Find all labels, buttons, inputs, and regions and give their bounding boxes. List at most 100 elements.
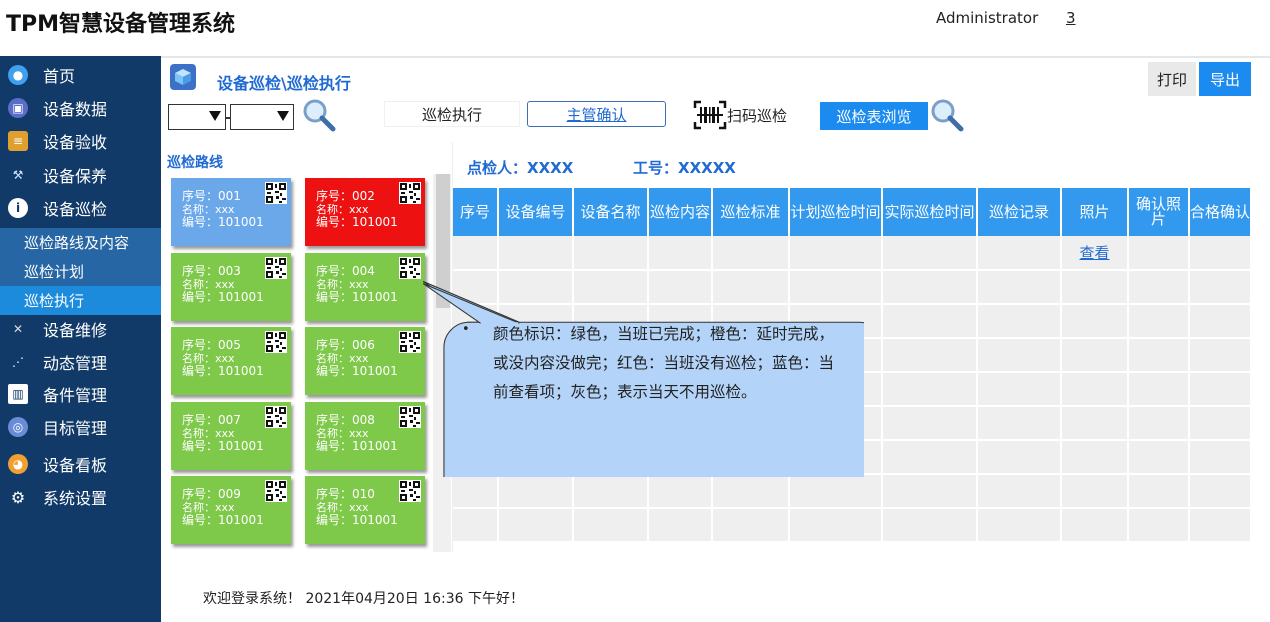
qr-code-icon[interactable] (399, 405, 421, 428)
print-button[interactable]: 打印 (1148, 62, 1196, 96)
table-cell: 查看 (1061, 236, 1129, 271)
table-cell (789, 236, 883, 271)
sidebar-item-acceptance[interactable]: ≡ 设备验收 (0, 126, 161, 156)
sidebar-item-inspection[interactable]: i 设备巡检 (0, 193, 161, 223)
table-cell (882, 440, 978, 475)
sidebar-item-repair[interactable]: ✕ 设备维修 (0, 314, 161, 344)
table-cell (1128, 440, 1190, 475)
qr-code-icon[interactable] (265, 405, 287, 428)
route-card[interactable]: 序号：002 名称：xxx 编号：101001 (305, 178, 425, 246)
sidebar-item-settings[interactable]: ⚙ 系统设置 (0, 482, 161, 512)
route-card[interactable]: 序号：004 名称：xxx 编号：101001 (305, 252, 425, 321)
route-card-code: 编号：101001 (316, 289, 398, 304)
col-header[interactable]: 巡检标准 (712, 188, 790, 236)
filter-select-start[interactable] (168, 104, 226, 130)
route-card-code: 编号：101001 (316, 513, 398, 527)
sidebar-item-home[interactable]: ● 首页 (0, 60, 161, 90)
table-cell (1189, 474, 1252, 509)
cube-icon (170, 64, 196, 90)
table-cell (1128, 508, 1190, 543)
route-card[interactable]: 序号：010 名称：xxx 编号：101001 (305, 476, 425, 544)
sidebar-subitem-route[interactable]: 巡检路线及内容 (0, 228, 161, 257)
route-card[interactable]: 序号：003 名称：xxx 编号：101001 (171, 252, 291, 321)
table-cell (573, 236, 649, 271)
sidebar-subitem-execute[interactable]: 巡检执行 (0, 286, 161, 315)
sidebar-item-maintenance[interactable]: ⚒ 设备保养 (0, 160, 161, 190)
qr-code-icon[interactable] (265, 182, 287, 204)
route-card-code: 编号：101001 (182, 215, 264, 229)
scan-inspect-button[interactable]: 扫码巡检 (693, 100, 787, 130)
col-header[interactable]: 确认照片 (1128, 188, 1190, 236)
sidebar-item-dashboard[interactable]: ◕ 设备看板 (0, 449, 161, 479)
table-header-row: 序号 设备编号 设备名称 巡检内容 巡检标准 计划巡检时间 实际巡检时间 巡检记… (453, 188, 1252, 236)
col-header[interactable]: 设备编号 (498, 188, 574, 236)
col-header[interactable]: 合格确认 (1189, 188, 1252, 236)
qr-code-icon[interactable] (265, 480, 287, 502)
user-notification-count[interactable]: 3 (1066, 9, 1076, 27)
route-card[interactable]: 序号：006 名称：xxx 编号：101001 (305, 327, 425, 395)
table-cell (1061, 372, 1129, 407)
col-header[interactable]: 巡检记录 (977, 188, 1062, 236)
qr-code-icon[interactable] (399, 331, 421, 353)
sidebar-item-target[interactable]: ◎ 目标管理 (0, 412, 161, 442)
search-icon[interactable] (930, 98, 964, 132)
table-cell (1128, 338, 1190, 373)
sidebar-item-device-data[interactable]: ▣ 设备数据 (0, 93, 161, 123)
table-cell (882, 508, 978, 543)
table-cell (648, 474, 713, 509)
route-card[interactable]: 序号：009 名称：xxx 编号：101001 (171, 476, 291, 544)
qr-code-icon[interactable] (265, 331, 287, 353)
table-row (453, 508, 1252, 543)
export-button[interactable]: 导出 (1199, 62, 1251, 96)
target-icon: ◎ (8, 417, 28, 437)
table-cell (1128, 406, 1190, 441)
table-cell (977, 474, 1062, 509)
qr-code-icon[interactable] (265, 256, 287, 279)
table-cell (712, 508, 790, 543)
user-name[interactable]: Administrator (936, 9, 1038, 27)
col-header[interactable]: 实际巡检时间 (882, 188, 978, 236)
inspector-name: 点检人：XXXX (467, 159, 574, 177)
header-divider (161, 56, 1270, 58)
route-card-code: 编号：101001 (182, 513, 264, 527)
sidebar-item-dynamic[interactable]: ⋰ 动态管理 (0, 347, 161, 377)
route-card[interactable]: 序号：005 名称：xxx 编号：101001 (171, 327, 291, 395)
sidebar-item-spare-parts[interactable]: ▥ 备件管理 (0, 379, 161, 409)
table-cell (977, 304, 1062, 339)
page-title: 设备巡检\巡检执行 (217, 74, 351, 93)
search-icon[interactable] (302, 98, 336, 132)
table-cell (573, 474, 649, 509)
qr-code-icon[interactable] (399, 480, 421, 502)
route-card[interactable]: 序号：001 名称：xxx 编号：101001 (171, 178, 291, 246)
route-card-name: 名称：xxx (182, 277, 235, 291)
qr-code-icon[interactable] (399, 182, 421, 204)
table-cell (453, 508, 499, 543)
table-cell (712, 474, 790, 509)
route-card[interactable]: 序号：007 名称：xxx 编号：101001 (171, 401, 291, 470)
route-card-code: 编号：101001 (316, 215, 398, 229)
filter-select-end[interactable] (230, 104, 294, 130)
table-cell (882, 406, 978, 441)
qr-code-icon[interactable] (399, 256, 421, 279)
table-cell (1061, 338, 1129, 373)
col-header[interactable]: 计划巡检时间 (789, 188, 883, 236)
col-header[interactable]: 序号 (453, 188, 499, 236)
table-cell (977, 508, 1062, 543)
table-cell (1061, 406, 1129, 441)
table-cell (1189, 304, 1252, 339)
table-cell (498, 236, 574, 271)
table-cell (498, 474, 574, 509)
sidebar-subitem-plan[interactable]: 巡检计划 (0, 257, 161, 286)
browse-inspection-button[interactable]: 巡检表浏览 (820, 102, 928, 130)
table-cell (1189, 236, 1252, 271)
view-photo-link[interactable]: 查看 (1079, 244, 1109, 262)
route-card[interactable]: 序号：008 名称：xxx 编号：101001 (305, 401, 425, 470)
table-cell (1189, 270, 1252, 305)
tab-execute[interactable]: 巡检执行 (384, 101, 520, 127)
col-header[interactable]: 设备名称 (573, 188, 649, 236)
col-header[interactable]: 巡检内容 (648, 188, 713, 236)
dropdown-arrow-icon (277, 111, 289, 121)
monitor-icon: ▣ (8, 98, 28, 118)
tab-supervisor-confirm[interactable]: 主管确认 (527, 101, 666, 127)
col-header[interactable]: 照片 (1061, 188, 1129, 236)
